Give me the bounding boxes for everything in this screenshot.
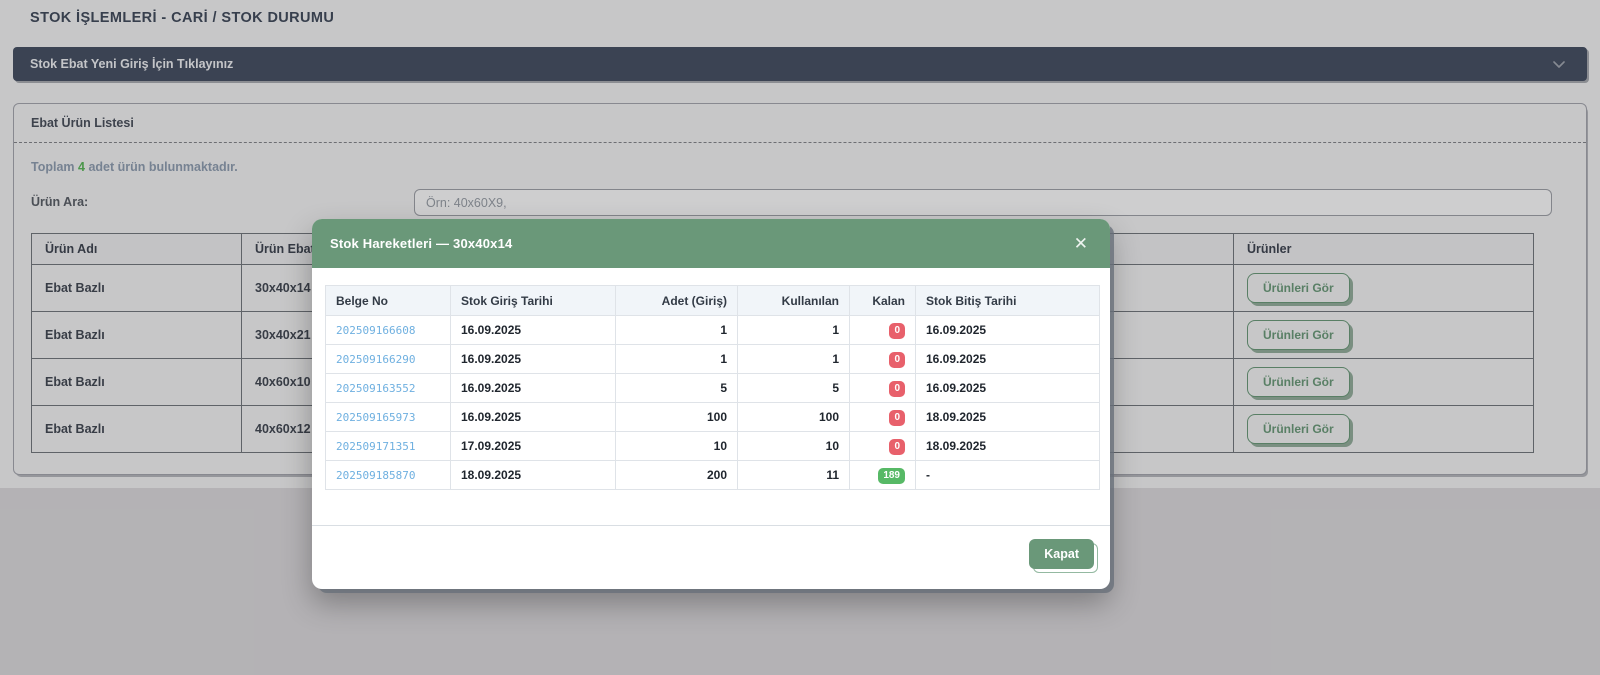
kalan-badge: 0 (889, 410, 905, 426)
cell-adet: 1 (616, 345, 738, 374)
cell-kullanilan: 1 (738, 345, 850, 374)
cell-kullanilan: 11 (738, 461, 850, 490)
movement-row: 202509185870 18.09.2025 200 11 189 - (326, 461, 1100, 490)
cell-adet: 200 (616, 461, 738, 490)
cell-bitis-tarihi: 16.09.2025 (916, 316, 1100, 345)
belge-no-link[interactable]: 202509163552 (326, 374, 451, 403)
col-header-belge-no: Belge No (326, 286, 451, 316)
cell-giris-tarihi: 16.09.2025 (451, 316, 616, 345)
cell-kullanilan: 5 (738, 374, 850, 403)
col-header-adet: Adet (Giriş) (616, 286, 738, 316)
movement-row: 202509165973 16.09.2025 100 100 0 18.09.… (326, 403, 1100, 432)
cell-giris-tarihi: 18.09.2025 (451, 461, 616, 490)
col-header-stok-bitis: Stok Bitiş Tarihi (916, 286, 1100, 316)
modal-title: Stok Hareketleri — 30x40x14 (330, 236, 512, 251)
cell-kullanilan: 100 (738, 403, 850, 432)
cell-adet: 1 (616, 316, 738, 345)
movement-row: 202509166608 16.09.2025 1 1 0 16.09.2025 (326, 316, 1100, 345)
belge-no-link[interactable]: 202509165973 (326, 403, 451, 432)
kalan-badge: 0 (889, 323, 905, 339)
cell-bitis-tarihi: 18.09.2025 (916, 403, 1100, 432)
cell-kullanilan: 1 (738, 316, 850, 345)
stock-movements-table: Belge No Stok Giriş Tarihi Adet (Giriş) … (325, 285, 1100, 490)
cell-giris-tarihi: 16.09.2025 (451, 403, 616, 432)
cell-giris-tarihi: 16.09.2025 (451, 345, 616, 374)
kalan-badge: 0 (889, 352, 905, 368)
kalan-badge: 0 (889, 381, 905, 397)
kalan-badge: 189 (878, 468, 905, 484)
app-canvas: STOK İŞLEMLERİ - CARİ / STOK DURUMU Stok… (0, 0, 1600, 675)
modal-header: Stok Hareketleri — 30x40x14 ✕ (312, 219, 1110, 268)
cell-bitis-tarihi: 18.09.2025 (916, 432, 1100, 461)
belge-no-link[interactable]: 202509171351 (326, 432, 451, 461)
col-header-kullanilan: Kullanılan (738, 286, 850, 316)
cell-adet: 5 (616, 374, 738, 403)
cell-bitis-tarihi: - (916, 461, 1100, 490)
modal-body: Belge No Stok Giriş Tarihi Adet (Giriş) … (312, 268, 1110, 490)
belge-no-link[interactable]: 202509166290 (326, 345, 451, 374)
col-header-stok-giris: Stok Giriş Tarihi (451, 286, 616, 316)
modal-footer: Kapat (312, 525, 1110, 589)
belge-no-link[interactable]: 202509166608 (326, 316, 451, 345)
cell-kullanilan: 10 (738, 432, 850, 461)
movement-row: 202509171351 17.09.2025 10 10 0 18.09.20… (326, 432, 1100, 461)
col-header-kalan: Kalan (850, 286, 916, 316)
cell-giris-tarihi: 17.09.2025 (451, 432, 616, 461)
movement-row: 202509163552 16.09.2025 5 5 0 16.09.2025 (326, 374, 1100, 403)
stock-movements-modal: Stok Hareketleri — 30x40x14 ✕ Belge No S… (312, 219, 1110, 589)
cell-bitis-tarihi: 16.09.2025 (916, 345, 1100, 374)
kalan-badge: 0 (889, 439, 905, 455)
modal-table-header-row: Belge No Stok Giriş Tarihi Adet (Giriş) … (326, 286, 1100, 316)
movement-row: 202509166290 16.09.2025 1 1 0 16.09.2025 (326, 345, 1100, 374)
close-modal-button[interactable]: Kapat (1029, 539, 1094, 569)
close-icon[interactable]: ✕ (1070, 233, 1092, 254)
cell-adet: 100 (616, 403, 738, 432)
belge-no-link[interactable]: 202509185870 (326, 461, 451, 490)
cell-adet: 10 (616, 432, 738, 461)
cell-giris-tarihi: 16.09.2025 (451, 374, 616, 403)
cell-bitis-tarihi: 16.09.2025 (916, 374, 1100, 403)
